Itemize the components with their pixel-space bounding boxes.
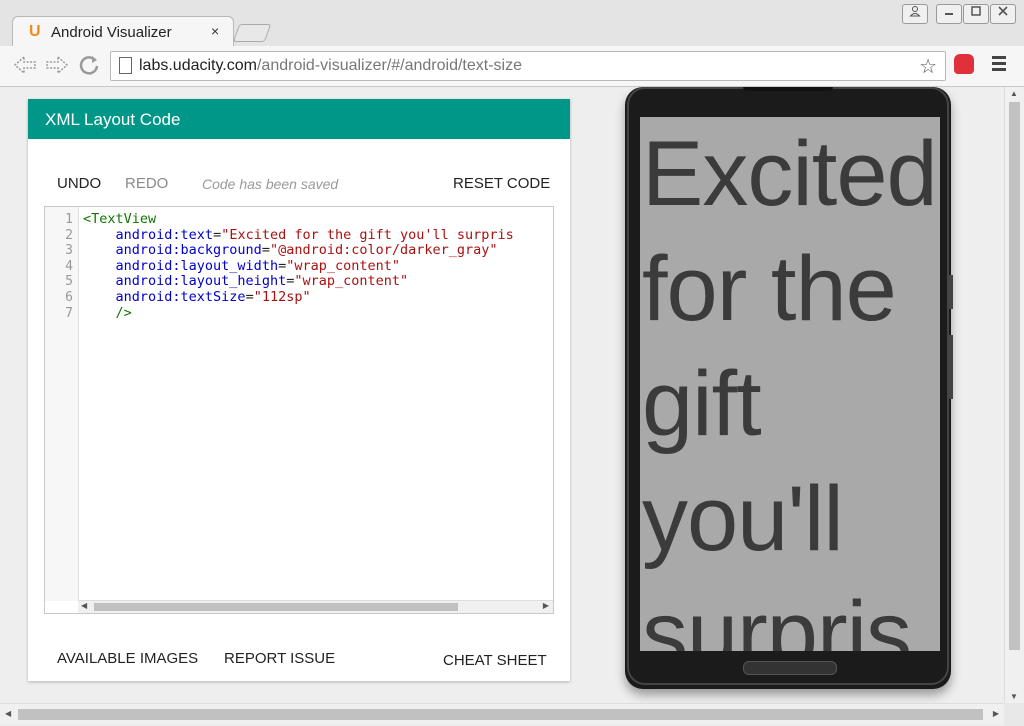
scroll-up-icon[interactable]: ▲ [1010,89,1018,98]
xml-value: "112sp" [253,289,311,305]
line-number: 2 [65,227,73,243]
line-number: 4 [65,258,73,274]
line-number: 5 [65,274,73,290]
maximize-icon[interactable] [963,4,989,24]
line-number: 3 [65,243,73,259]
horizontal-scroll-thumb[interactable] [18,709,983,720]
title-bar: U Android Visualizer × [0,0,1024,47]
editor-horizontal-scrollbar[interactable]: ◀ ▶ [78,600,553,613]
xml-value: "wrap_content" [294,273,409,290]
url-text: labs.udacity.com/android-visualizer/#/an… [139,57,522,75]
tab-close-icon[interactable]: × [211,23,219,39]
cheat-sheet-button[interactable]: CHEAT SHEET [443,652,547,669]
xml-value: "wrap_content" [286,257,401,274]
line-number: 6 [65,290,73,305]
close-window-icon[interactable] [990,4,1016,24]
xml-attribute: android:textSize [115,289,246,305]
scroll-right-icon[interactable]: ▶ [993,709,999,718]
card-header: XML Layout Code [28,99,570,139]
xml-attribute: android:layout_width [115,257,279,274]
phone-power-button [949,275,953,309]
phone-screen: Excited for the gift you'll surpris [640,117,940,651]
back-icon[interactable] [12,54,38,82]
page-vertical-scrollbar[interactable]: ▲ ▼ [1004,87,1024,703]
url-path: /android-visualizer/#/android/text-size [256,57,522,74]
scroll-left-icon[interactable]: ◀ [81,601,87,610]
textview-preview: Excited for the gift you'll surpris [642,123,938,651]
available-images-button[interactable]: AVAILABLE IMAGES [57,650,198,667]
code-line-3: android:background="@android:color/darke… [83,242,498,259]
vertical-scroll-thumb[interactable] [1009,102,1020,650]
browser-tab[interactable]: U Android Visualizer × [12,16,234,47]
phone-speaker [743,661,837,675]
code-line-2: android:text="Excited for the gift you'l… [83,226,514,244]
xml-editor-card: XML Layout Code UNDO REDO Code has been … [28,99,570,681]
star-icon[interactable]: ☆ [919,54,937,79]
reset-code-button[interactable]: RESET CODE [453,175,550,192]
code-editor[interactable]: 1 2 3 4 5 6 7 <TextView android:text="Ex… [44,206,554,614]
phone-preview: Excited for the gift you'll surpris [625,87,953,689]
scroll-right-icon[interactable]: ▶ [543,601,549,610]
extension-icon[interactable] [954,54,974,74]
code-line-1: <TextView [83,211,157,228]
profile-icon[interactable] [902,4,928,24]
tab-title: Android Visualizer [51,24,172,41]
scrollbar-corner [1004,703,1024,726]
code-line-7: /> [83,304,132,322]
minimize-icon[interactable] [936,4,962,24]
phone-volume-button [949,335,953,399]
url-host: labs.udacity.com [139,57,257,74]
line-number-gutter: 1 2 3 4 5 6 7 [45,207,79,601]
undo-button[interactable]: UNDO [57,175,101,192]
browser-toolbar: labs.udacity.com/android-visualizer/#/an… [0,46,1024,87]
scroll-left-icon[interactable]: ◀ [5,709,11,718]
redo-button[interactable]: REDO [125,175,168,192]
equals-sign: = [278,257,287,274]
equals-sign: = [245,289,254,305]
code-line-6: android:textSize="112sp" [83,289,311,306]
menu-icon[interactable] [992,56,1006,74]
line-number: 1 [65,212,73,227]
line-number: 7 [65,305,73,321]
phone-earpiece [743,87,833,91]
page-horizontal-scrollbar[interactable]: ◀ ▶ [0,703,1004,724]
scroll-down-icon[interactable]: ▼ [1010,692,1018,701]
equals-sign: = [261,242,270,259]
address-bar[interactable]: labs.udacity.com/android-visualizer/#/an… [110,51,946,81]
xml-value: "Excited for the gift you'll surpris [221,226,514,243]
forward-icon[interactable] [44,54,70,82]
udacity-favicon-icon: U [29,23,41,40]
xml-attribute: android:text [115,226,214,243]
xml-tag: <TextView [83,211,157,227]
xml-attribute: android:background [115,242,262,259]
new-tab-button[interactable] [232,24,272,42]
page-content: XML Layout Code UNDO REDO Code has been … [0,87,1004,703]
xml-attribute: android:layout_height [115,273,287,290]
code-line-4: android:layout_width="wrap_content" [83,257,401,275]
xml-tag: /> [115,304,132,321]
equals-sign: = [213,226,222,243]
report-issue-button[interactable]: REPORT ISSUE [224,650,335,667]
editor-scroll-thumb[interactable] [94,603,458,611]
card-title: XML Layout Code [45,110,181,129]
save-status: Code has been saved [202,176,339,192]
reload-icon[interactable] [78,54,100,82]
page-icon [119,57,132,74]
code-line-5: android:layout_height="wrap_content" [83,273,409,290]
xml-value: "@android:color/darker_gray" [269,242,498,259]
